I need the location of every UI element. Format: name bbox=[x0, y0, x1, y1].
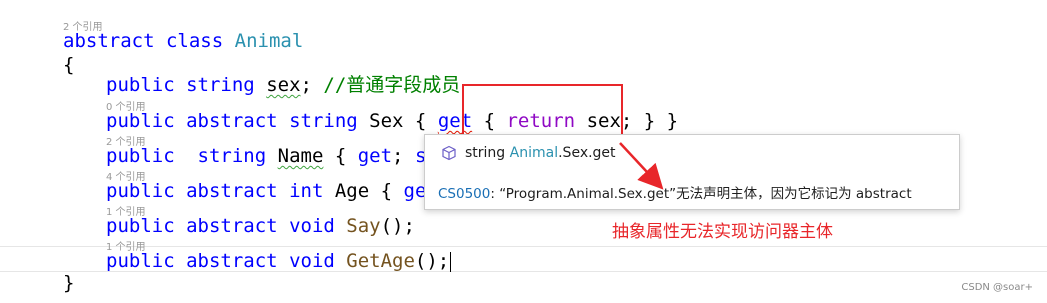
annotation-text: 抽象属性无法实现访问器主体 bbox=[612, 222, 833, 242]
annotation-arrow bbox=[619, 142, 664, 190]
watermark: CSDN @soar+ bbox=[961, 282, 1033, 293]
